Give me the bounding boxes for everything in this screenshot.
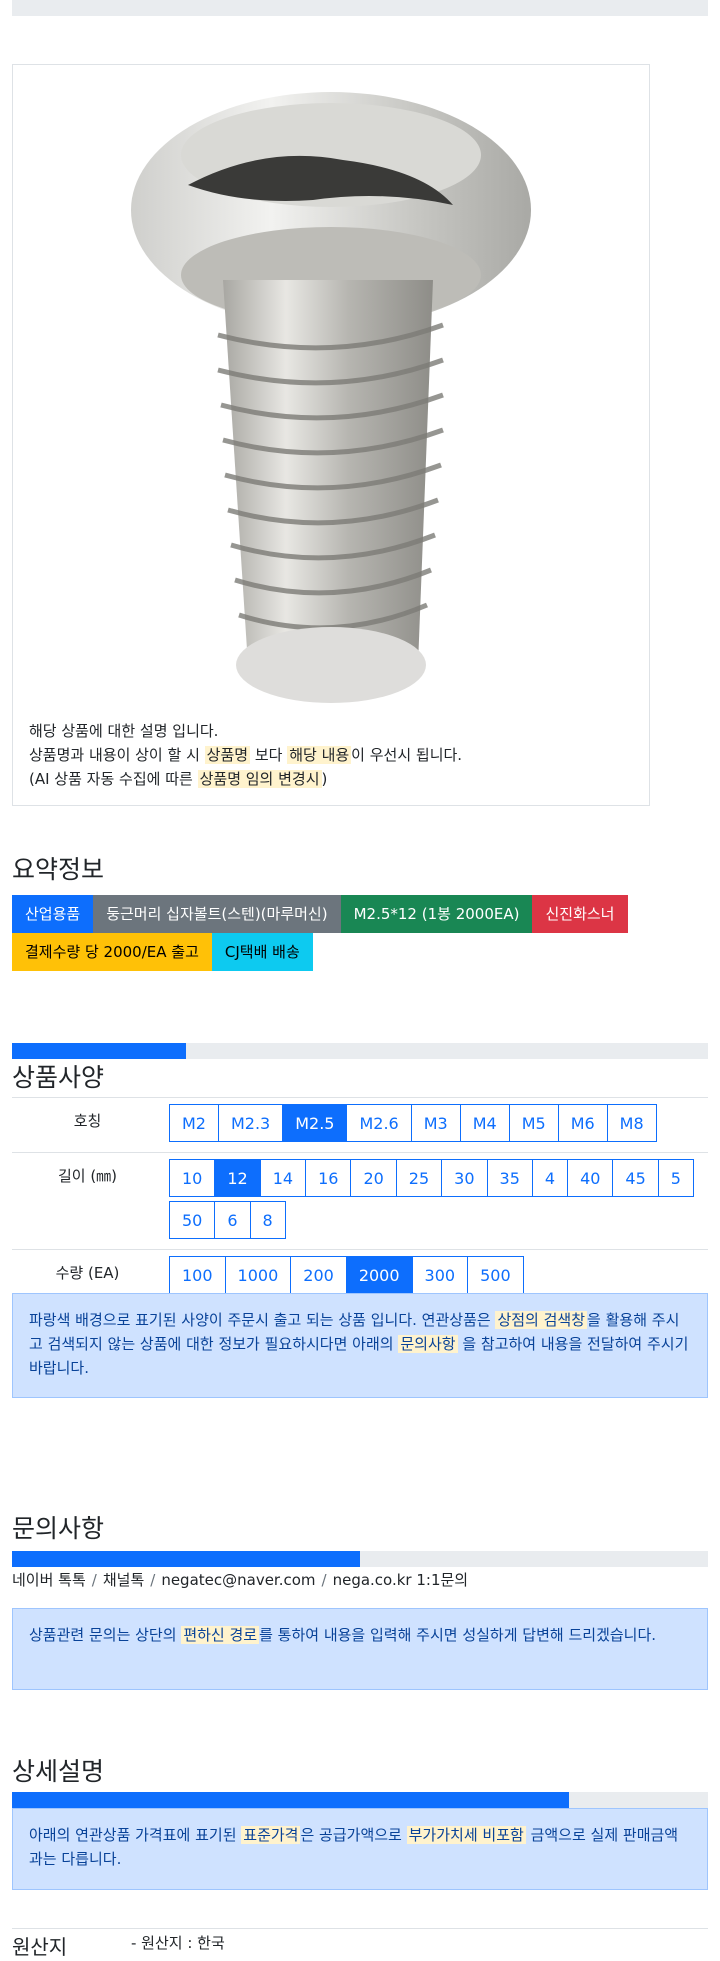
spec-option-button[interactable]: 2000	[345, 1256, 413, 1294]
option-group: M2 M2.3 M2.5 M2.6 M3 M4 M5 M6 M8	[169, 1104, 708, 1146]
spec-option-button[interactable]: 500	[467, 1256, 524, 1294]
desc-text: (AI 상품 자동 수집에 따른	[29, 770, 198, 788]
badge-delivery: CJ택배 배송	[211, 933, 313, 971]
desc-line-3: (AI 상품 자동 수집에 따른 상품명 임의 변경시)	[29, 767, 462, 791]
notice-text: 상품관련 문의는 상단의	[29, 1626, 182, 1644]
separator: /	[321, 1571, 327, 1589]
spec-option-button[interactable]: 10	[169, 1159, 216, 1197]
badge-category: 산업용품	[12, 895, 94, 933]
spec-option-button[interactable]: 100	[169, 1256, 226, 1294]
origin-label: 원산지	[12, 1935, 68, 1959]
spec-option-button[interactable]: 30	[441, 1159, 488, 1197]
product-description: 해당 상품에 대한 설명 입니다. 상품명과 내용이 상이 할 시 상품명 보다…	[29, 719, 462, 791]
desc-text: 보다	[250, 746, 288, 764]
notice-text: 를 통하여 내용을 입력해 주시면 성실하게 답변해 드리겠습니다.	[259, 1626, 657, 1644]
spec-label: 길이 (㎜)	[12, 1152, 163, 1250]
summary-badges: 산업용품 둥근머리 십자볼트(스텐)(마루머신) M2.5*12 (1봉 200…	[12, 895, 708, 971]
desc-text: )	[321, 770, 328, 788]
spec-option-button[interactable]: 12	[214, 1159, 261, 1197]
spec-option-button[interactable]: M8	[606, 1104, 657, 1142]
detail-notice: 아래의 연관상품 가격표에 표기된 표준가격 은 공급가액으로 부가가치세 비포함…	[12, 1808, 708, 1890]
spec-option-button[interactable]: M4	[459, 1104, 510, 1142]
inquiry-title: 문의사항	[12, 1514, 105, 1543]
notice-text: 은 공급가액으로	[300, 1826, 407, 1844]
highlight-product-name: 상품명	[204, 746, 251, 764]
top-bar	[12, 0, 708, 16]
spec-option-button[interactable]: 35	[486, 1159, 533, 1197]
inquiry-notice: 상품관련 문의는 상단의 편하신 경로 를 통하여 내용을 입력해 주시면 성실하…	[12, 1608, 708, 1690]
spec-option-button[interactable]: 25	[395, 1159, 443, 1197]
spec-option-button[interactable]: M6	[557, 1104, 608, 1142]
highlight-content: 해당 내용	[287, 746, 352, 764]
desc-text: 상품명과 내용이 상이 할 시	[29, 746, 205, 764]
spec-option-button[interactable]: 5	[657, 1159, 694, 1197]
spec-option-button[interactable]: 40	[567, 1159, 614, 1197]
badge-maker: 신진화스너	[532, 895, 628, 933]
highlight-search-box: 상점의 검색창	[495, 1311, 588, 1329]
spec-option-button[interactable]: M3	[410, 1104, 461, 1142]
spec-progress	[12, 1043, 708, 1059]
detail-title: 상세설명	[12, 1757, 105, 1786]
highlight-inquiry: 문의사항	[398, 1335, 458, 1353]
option-group: 10 12 14 16 20 25 30 35 4 40 45 5 50 6 8	[169, 1159, 708, 1243]
badge-row-2: 결제수량 당 2000/EA 출고 CJ택배 배송	[12, 933, 708, 971]
spec-option-button[interactable]: M2	[169, 1104, 219, 1142]
notice-text: 아래의 연관상품 가격표에 표기된	[29, 1826, 242, 1844]
desc-line-2: 상품명과 내용이 상이 할 시 상품명 보다 해당 내용 이 우선시 됩니다.	[29, 743, 462, 767]
badge-spec: M2.5*12 (1봉 2000EA)	[340, 895, 533, 933]
badge-product-type: 둥근머리 십자볼트(스텐)(마루머신)	[93, 895, 341, 933]
spec-option-button[interactable]: 45	[612, 1159, 659, 1197]
summary-title: 요약정보	[12, 855, 105, 884]
spec-option-button[interactable]: 4	[531, 1159, 569, 1197]
separator: /	[91, 1571, 97, 1589]
separator: /	[150, 1571, 156, 1589]
desc-text: 이 우선시 됩니다.	[351, 746, 463, 764]
spec-row: 길이 (㎜) 10 12 14 16 20 25 30 35 4 40 45 5 50 6 8	[12, 1152, 708, 1250]
spec-row: 호칭 M2 M2.3 M2.5 M2.6 M3 M4 M5 M6 M8	[12, 1097, 708, 1153]
product-image-card: 해당 상품에 대한 설명 입니다. 상품명과 내용이 상이 할 시 상품명 보다…	[12, 64, 650, 806]
badge-row-1: 산업용품 둥근머리 십자볼트(스텐)(마루머신) M2.5*12 (1봉 200…	[12, 895, 708, 933]
spec-option-button[interactable]: 300	[411, 1256, 469, 1294]
spec-notice: 파랑색 배경으로 표기된 사양이 주문시 출고 되는 상품 입니다. 연관상품은…	[12, 1293, 708, 1398]
contact-channel-talk[interactable]: 채널톡	[103, 1571, 144, 1589]
highlight-preferred-route: 편하신 경로	[181, 1626, 260, 1644]
spec-title: 상품사양	[12, 1063, 105, 1092]
spec-options: 10 12 14 16 20 25 30 35 4 40 45 5 50 6 8	[163, 1152, 708, 1250]
highlight-name-change: 상품명 임의 변경시	[197, 770, 322, 788]
spec-option-button[interactable]: M2.3	[217, 1104, 284, 1142]
inquiry-progress-fill	[12, 1551, 360, 1567]
inquiry-progress	[12, 1551, 708, 1567]
spec-option-button[interactable]: 200	[290, 1256, 347, 1294]
spec-option-button[interactable]: M2.6	[346, 1104, 412, 1142]
spec-option-button[interactable]: M2.5	[282, 1104, 348, 1142]
spec-label: 호칭	[12, 1097, 163, 1153]
highlight-standard-price: 표준가격	[241, 1826, 301, 1844]
highlight-vat-excluded: 부가가치세 비포함	[406, 1826, 526, 1844]
spec-option-button[interactable]: 16	[305, 1159, 352, 1197]
option-group: 100 1000 200 2000 300 500	[169, 1256, 708, 1298]
spec-option-button[interactable]: 8	[249, 1201, 286, 1239]
spec-option-button[interactable]: 50	[169, 1201, 216, 1239]
desc-line-1: 해당 상품에 대한 설명 입니다.	[29, 722, 219, 740]
spec-table: 호칭 M2 M2.3 M2.5 M2.6 M3 M4 M5 M6 M8 길이 (㎜) 10 12 14 16…	[12, 1097, 708, 1305]
origin-divider	[12, 1928, 708, 1929]
spec-option-button[interactable]: 6	[214, 1201, 251, 1239]
contact-naver-talk[interactable]: 네이버 톡톡	[12, 1571, 86, 1589]
spec-option-button[interactable]: 14	[259, 1159, 307, 1197]
origin-value: - 원산지 : 한국	[131, 1934, 225, 1952]
spec-option-button[interactable]: 20	[350, 1159, 397, 1197]
spec-option-button[interactable]: M5	[508, 1104, 559, 1142]
detail-progress-fill	[12, 1792, 569, 1808]
notice-text: 파랑색 배경으로 표기된 사양이 주문시 출고 되는 상품 입니다. 연관상품은	[29, 1311, 496, 1329]
spec-progress-fill	[12, 1043, 186, 1059]
detail-progress	[12, 1792, 708, 1808]
spec-option-button[interactable]: 1000	[224, 1256, 292, 1294]
contact-list: 네이버 톡톡 / 채널톡 / negatec@naver.com / nega.co.kr …	[12, 1569, 468, 1590]
product-image	[131, 92, 531, 703]
contact-website[interactable]: nega.co.kr 1:1문의	[333, 1571, 469, 1589]
badge-shipping-qty: 결제수량 당 2000/EA 출고	[12, 933, 212, 971]
contact-email[interactable]: negatec@naver.com	[161, 1571, 315, 1589]
spec-options: M2 M2.3 M2.5 M2.6 M3 M4 M5 M6 M8	[163, 1097, 708, 1153]
